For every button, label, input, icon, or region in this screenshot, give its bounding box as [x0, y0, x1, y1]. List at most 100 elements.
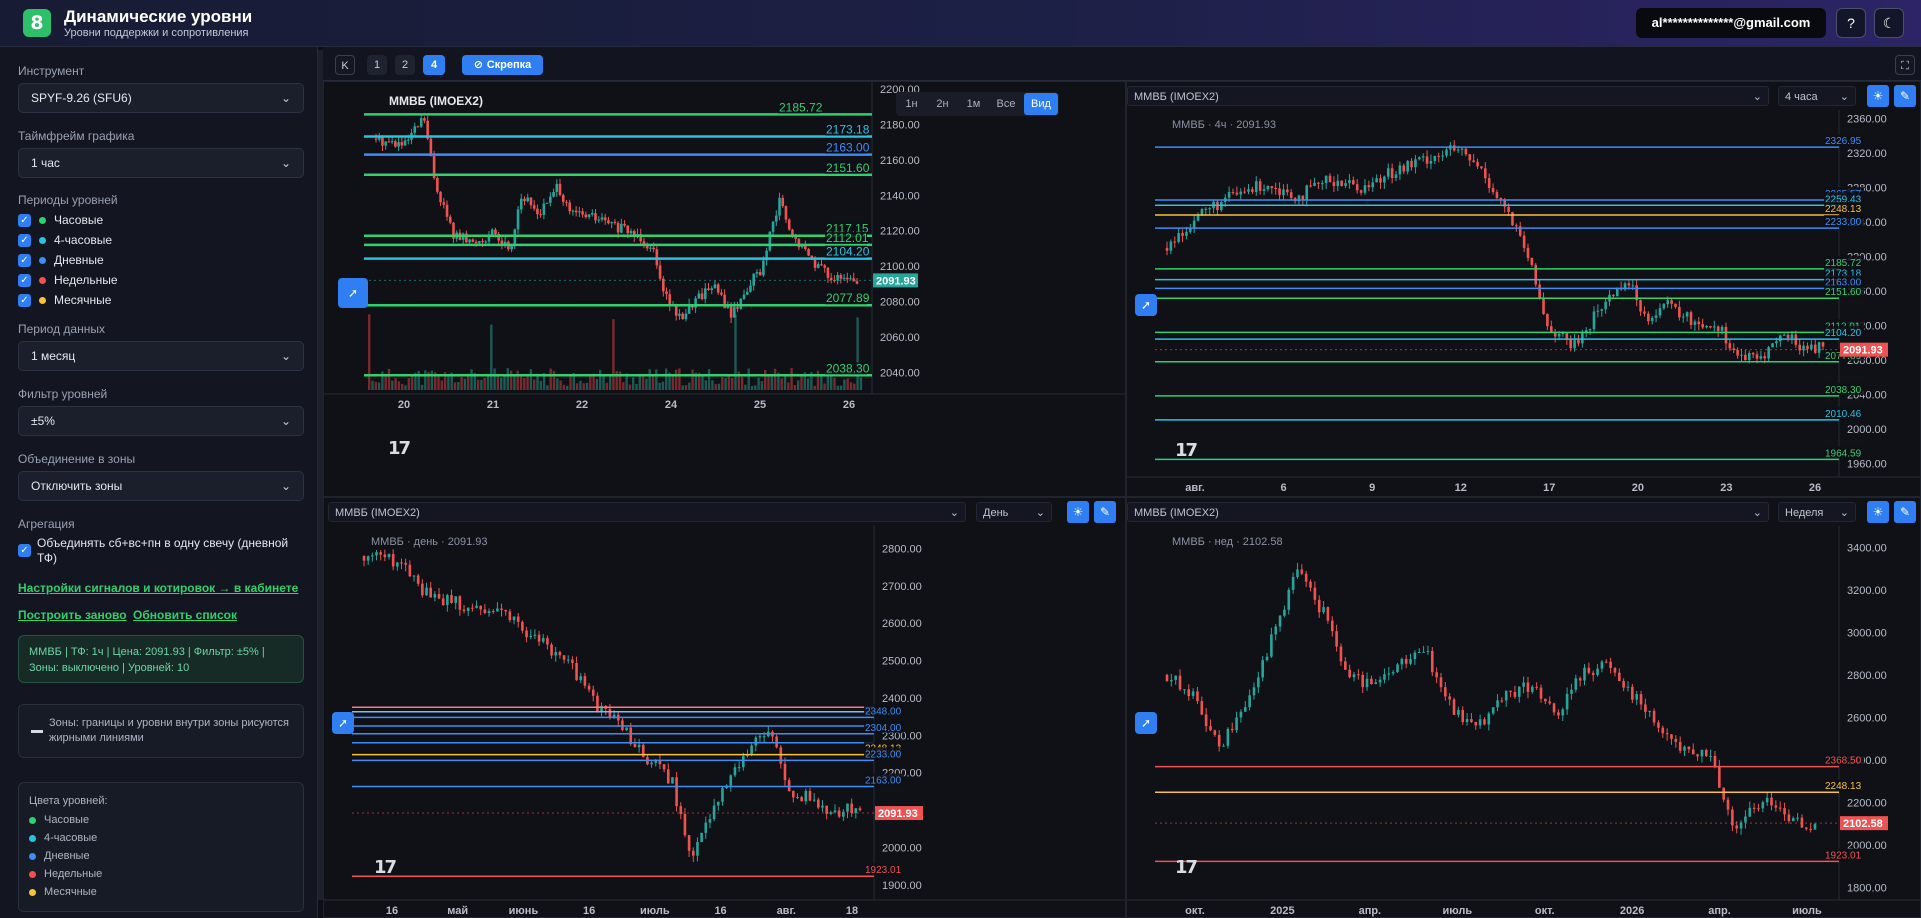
volume-bar	[552, 370, 556, 390]
candle-body	[1452, 145, 1456, 151]
candle-body	[1639, 300, 1642, 312]
layout-2-button[interactable]: 2	[395, 55, 415, 75]
candle-body	[1757, 808, 1760, 810]
tf-button-all[interactable]: Все	[989, 92, 1023, 116]
candle-body	[379, 552, 382, 555]
volume-bar	[546, 385, 549, 390]
chart-panel-weekly[interactable]: 3400.00 3200.00 3000.00 2800.00 2600.00 2400.…	[1126, 497, 1921, 918]
candle-body	[1282, 189, 1285, 196]
candle-body	[1654, 315, 1658, 318]
candle-body	[571, 659, 574, 664]
pencil-icon[interactable]: ✎	[1894, 85, 1916, 107]
chart-canvas[interactable]: 3400.003200.003000.002800.002600.002400.…	[1127, 498, 1921, 918]
candle-body	[454, 596, 457, 603]
legend-title: Цвета уровней:	[29, 795, 108, 807]
collapse-sidebar-button[interactable]: K	[335, 55, 355, 75]
tf-button-2w[interactable]: 2н	[927, 92, 958, 116]
chart-canvas[interactable]: 2360.002320.002280.002240.002200.002160.…	[1127, 82, 1921, 497]
candle-body	[468, 239, 471, 243]
pencil-icon[interactable]: ✎	[1894, 501, 1916, 523]
period-checkbox-hourly[interactable]: ✓ Часовые	[18, 212, 103, 228]
candle-body	[1474, 722, 1478, 726]
tf-select[interactable]: День ⌄	[976, 502, 1052, 522]
candle-body	[1361, 674, 1365, 688]
candle-body	[1243, 707, 1247, 712]
candle-body	[536, 208, 539, 215]
candle-body	[483, 609, 487, 614]
candle-body	[1791, 818, 1795, 822]
sun-icon[interactable]: ☀	[1867, 85, 1889, 107]
help-icon[interactable]: ?	[1836, 8, 1866, 38]
chart-canvas[interactable]: 2800.002700.002600.002500.002400.002300.…	[324, 498, 1126, 918]
candle-body	[1313, 587, 1317, 600]
candle-body	[1248, 695, 1251, 708]
candle-body	[1336, 180, 1340, 187]
candle-body	[1387, 673, 1391, 675]
tf-button-view[interactable]: Вид	[1024, 93, 1058, 115]
symbol-select[interactable]: ММВБ (IMOEX2) ⌄	[1127, 502, 1769, 522]
cursor-tool-icon[interactable]: ➚	[338, 278, 368, 308]
period-checkbox-monthly[interactable]: ✓ Месячные	[18, 292, 111, 308]
candle-body	[1422, 651, 1425, 653]
volume-bar	[714, 384, 717, 390]
user-account-button[interactable]: al**************@gmail.com	[1636, 8, 1826, 38]
volume-bar	[453, 382, 457, 390]
y-tick-label: 3400.00	[1847, 542, 1887, 554]
filter-label: Фильтр уровней	[18, 387, 108, 401]
candle-body	[413, 126, 417, 133]
zones-value: Отключить зоны	[31, 479, 123, 493]
refresh-list-link[interactable]: Обновить список	[133, 608, 237, 622]
sun-icon[interactable]: ☀	[1067, 501, 1089, 523]
chart-panel-hourly[interactable]: 2200.00 2180.00 2160.00 2140.00 2120.00 2100.…	[323, 81, 1126, 497]
tf-select[interactable]: 4 часа ⌄	[1778, 86, 1856, 106]
rebuild-link[interactable]: Построить заново	[18, 608, 127, 622]
period-checkbox-weekly[interactable]: ✓ Недельные	[18, 272, 118, 288]
symbol-select[interactable]: ММВБ (IMOEX2) ⌄	[328, 502, 966, 522]
fullscreen-icon[interactable]: ⛶	[1895, 55, 1915, 75]
candle-body	[508, 611, 512, 621]
signals-settings-link[interactable]: Настройки сигналов и котировок → в кабин…	[18, 581, 298, 595]
volume-bar	[691, 369, 694, 390]
tf-button-1m[interactable]: 1м	[958, 92, 989, 116]
tf-select[interactable]: Неделя ⌄	[1778, 502, 1856, 522]
chart-panel-daily[interactable]: 2800.00 2700.00 2600.00 2500.00 2400.00 2300.…	[323, 497, 1126, 918]
period-checkbox-4h[interactable]: ✓ 4-часовые	[18, 232, 112, 248]
data-period-select[interactable]: 1 месяц ⌄	[18, 341, 304, 371]
cursor-tool-icon[interactable]: ➚	[332, 712, 354, 734]
pencil-icon[interactable]: ✎	[1094, 501, 1116, 523]
y-tick-label: 2120.00	[880, 226, 920, 238]
layout-1-button[interactable]: 1	[367, 55, 387, 75]
theme-toggle-icon[interactable]: ☾	[1874, 8, 1904, 38]
chart-canvas[interactable]: 2200.002180.002160.002140.002120.002100.…	[324, 82, 1126, 497]
clip-button[interactable]: ⊘ Скрепка	[462, 55, 543, 75]
candle-body	[446, 595, 449, 606]
instrument-select[interactable]: SPYF-9.26 (SFU6) ⌄	[18, 83, 304, 113]
candle-body	[1457, 709, 1460, 715]
symbol-select[interactable]: ММВБ (IMOEX2) ⌄	[1127, 86, 1769, 106]
candle-body	[1226, 728, 1230, 746]
candle-body	[1274, 187, 1277, 189]
candle-body	[792, 791, 795, 798]
volume-bar	[556, 378, 559, 390]
layout-4-button[interactable]: 4	[423, 55, 445, 75]
tf-button-1w[interactable]: 1н	[896, 92, 927, 116]
zones-select[interactable]: Отключить зоны ⌄	[18, 471, 304, 501]
sun-icon[interactable]: ☀	[1867, 501, 1889, 523]
aggregation-checkbox[interactable]: ✓ Объединять сб+вс+пн в одну свечу (днев…	[18, 536, 308, 566]
candle-body	[1386, 168, 1390, 177]
filter-select[interactable]: ±5% ⌄	[18, 406, 304, 436]
volume-bar	[846, 378, 849, 390]
candle-body	[1670, 300, 1673, 304]
cursor-tool-icon[interactable]: ➚	[1135, 712, 1157, 734]
candle-body	[1752, 807, 1756, 809]
candle-body	[512, 616, 516, 621]
timeframe-select[interactable]: 1 час ⌄	[18, 148, 304, 178]
period-checkbox-daily[interactable]: ✓ Дневные	[18, 252, 104, 268]
candle-body	[813, 259, 817, 268]
x-tick-label: 21	[487, 399, 499, 411]
candle-body	[445, 204, 449, 217]
cursor-tool-icon[interactable]: ➚	[1135, 294, 1157, 316]
app-logo: 8	[23, 9, 51, 37]
candle-body	[1404, 658, 1408, 664]
chart-panel-4h[interactable]: 2360.00 2320.00 2280.00 2240.00 2200.00 2160.…	[1126, 81, 1921, 497]
